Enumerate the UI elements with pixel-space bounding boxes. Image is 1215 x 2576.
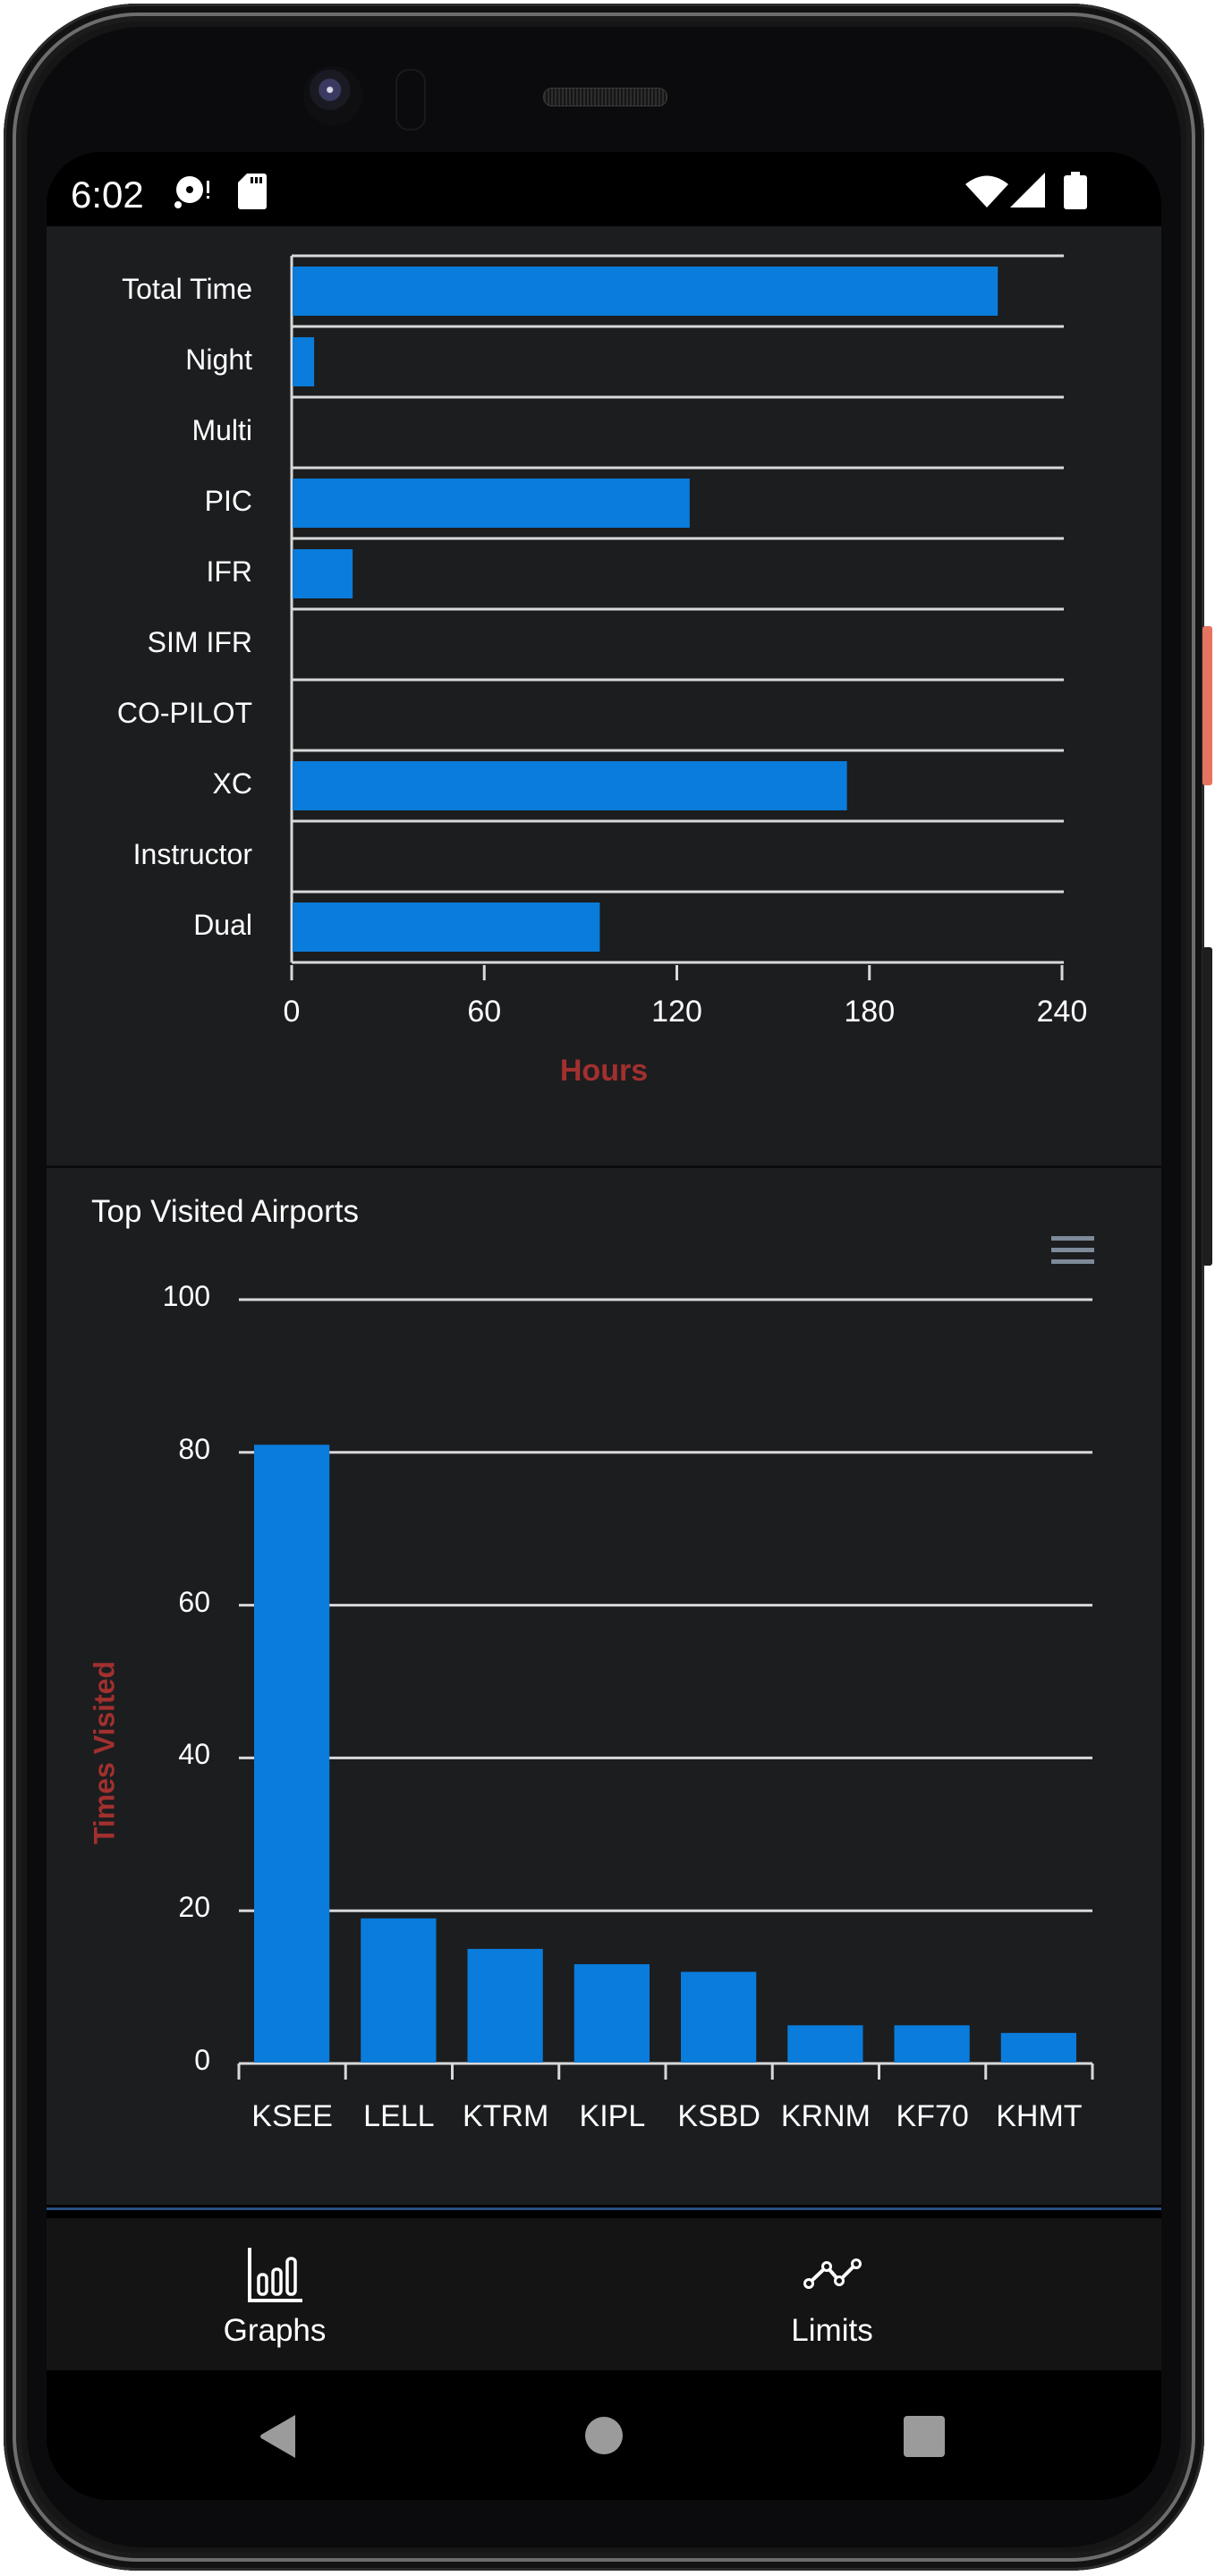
- x-category-label: KSEE: [251, 2099, 333, 2133]
- x-category-label: KHMT: [996, 2099, 1083, 2133]
- system-navigation-bar: [47, 2370, 1161, 2500]
- bar-khmt: [1000, 2032, 1076, 2063]
- status-time: 6:02: [71, 174, 144, 216]
- y-tick-label: 60: [178, 1585, 210, 1618]
- screen: 6:02 Total Time Night Multi PIC IFR SIM …: [47, 152, 1161, 2500]
- airports-bar-chart-plot: [237, 1298, 1094, 2080]
- x-category-label: KRNM: [780, 2099, 871, 2133]
- volume-button[interactable]: [1202, 947, 1212, 1266]
- nav-label-limits: Limits: [791, 2313, 873, 2348]
- proximity-sensor-icon: [395, 69, 426, 131]
- nav-item-graphs[interactable]: Graphs: [140, 2218, 409, 2370]
- y-axis-title: Times Visited: [88, 1660, 121, 1845]
- y-tick-label: 100: [162, 1280, 210, 1312]
- x-category-label: KTRM: [462, 2099, 549, 2133]
- home-icon[interactable]: [584, 2416, 624, 2455]
- disc-alert-icon: [174, 176, 209, 208]
- x-category-label: KF70: [896, 2099, 969, 2133]
- nav-item-limits[interactable]: Limits: [698, 2218, 966, 2370]
- sd-card-icon: [238, 174, 267, 209]
- x-category-label: KIPL: [579, 2099, 646, 2133]
- wifi-icon: [965, 175, 1008, 208]
- nav-label-graphs: Graphs: [223, 2313, 327, 2348]
- x-category-label: LELL: [363, 2099, 435, 2133]
- bar-kf70: [894, 2025, 970, 2063]
- y-axis-title-wrap: Times Visited: [47, 1661, 163, 1844]
- bar-ktrm: [467, 1948, 543, 2063]
- y-tick-label: 20: [178, 1891, 210, 1924]
- x-category-label: KSBD: [677, 2099, 760, 2133]
- graphs-content: Total Time Night Multi PIC IFR SIM IFR CO-PILO…: [47, 226, 1161, 2205]
- bar-ksbd: [681, 1971, 757, 2063]
- bottom-navigation: Graphs Limits: [47, 2218, 1161, 2370]
- airports-bar-chart: 0 20 40 60 80 100 KSEE LELL KTRM KIPL KSBD KRNM KF7…: [47, 226, 1161, 2205]
- cell-signal-icon: [1010, 173, 1045, 208]
- front-camera-icon: [303, 66, 362, 125]
- battery-icon: [1064, 172, 1087, 209]
- bar-kipl: [574, 1963, 650, 2063]
- bar-ksee: [254, 1445, 330, 2063]
- bottom-nav-separator: [47, 2207, 1161, 2210]
- earpiece-speaker-icon: [543, 88, 667, 106]
- power-button[interactable]: [1202, 626, 1212, 785]
- status-bar: 6:02: [47, 152, 1161, 226]
- bar-krnm: [787, 2025, 863, 2063]
- back-icon[interactable]: [259, 2415, 299, 2458]
- y-tick-label: 0: [194, 2044, 210, 2076]
- y-tick-label: 80: [178, 1432, 210, 1465]
- bar-lell: [361, 1918, 437, 2063]
- bar-chart-icon: [248, 2248, 302, 2302]
- line-chart-icon: [803, 2258, 862, 2289]
- recents-icon[interactable]: [904, 2416, 945, 2457]
